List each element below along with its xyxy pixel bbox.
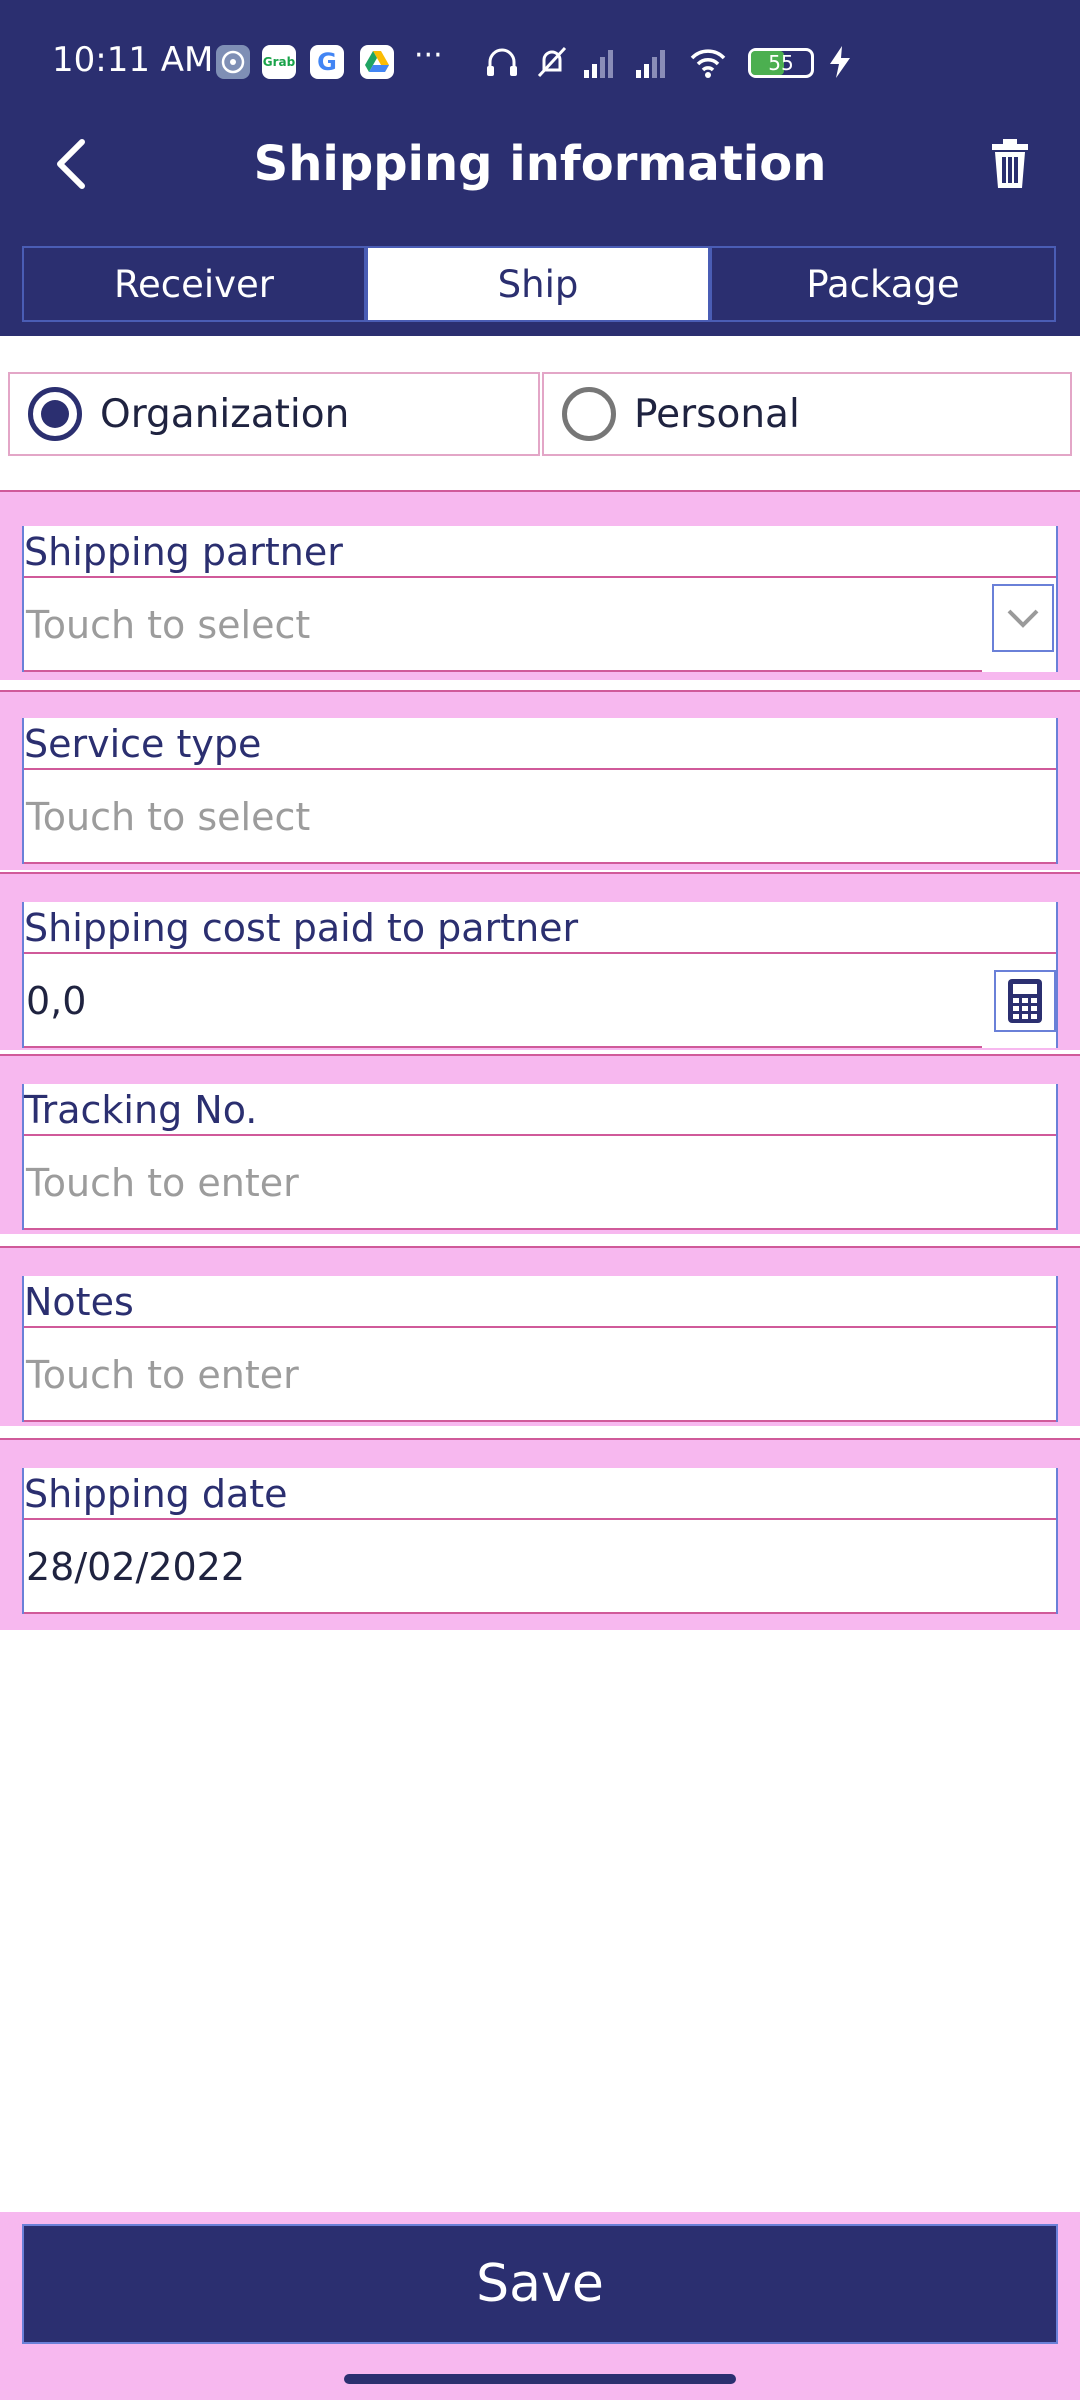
calculator-icon bbox=[1008, 979, 1042, 1023]
drive-icon bbox=[360, 45, 394, 79]
shipping-date-group: Shipping date 28/02/2022 bbox=[0, 1438, 1080, 1630]
save-area: Save bbox=[0, 2212, 1080, 2400]
shipping-cost-field[interactable]: Shipping cost paid to partner 0,0 bbox=[22, 902, 1058, 1048]
shipping-partner-label: Shipping partner bbox=[24, 526, 1056, 578]
tracking-no-input[interactable]: Touch to enter bbox=[24, 1136, 1056, 1230]
shipping-cost-group: Shipping cost paid to partner 0,0 bbox=[0, 872, 1080, 1050]
assistant-icon bbox=[216, 45, 250, 79]
battery-level: 55 bbox=[768, 51, 794, 75]
back-button[interactable] bbox=[32, 124, 112, 204]
radio-organization[interactable]: Organization bbox=[8, 372, 540, 456]
app-bar: Shipping information bbox=[0, 96, 1080, 232]
service-type-input[interactable]: Touch to select bbox=[24, 770, 1056, 864]
notes-label: Notes bbox=[24, 1276, 1056, 1328]
radio-personal-label: Personal bbox=[634, 391, 800, 437]
shipping-date-label: Shipping date bbox=[24, 1468, 1056, 1520]
shipping-cost-input[interactable]: 0,0 bbox=[24, 954, 982, 1048]
save-button[interactable]: Save bbox=[22, 2224, 1058, 2344]
home-indicator[interactable] bbox=[344, 2374, 736, 2384]
grab-icon: Grab bbox=[262, 45, 296, 79]
service-type-field[interactable]: Service type Touch to select bbox=[22, 718, 1058, 864]
shipping-partner-input[interactable]: Touch to select bbox=[24, 578, 982, 672]
tracking-no-field[interactable]: Tracking No. Touch to enter bbox=[22, 1084, 1058, 1230]
signal-icon bbox=[584, 50, 613, 78]
notes-input[interactable]: Touch to enter bbox=[24, 1328, 1056, 1422]
tracking-no-group: Tracking No. Touch to enter bbox=[0, 1054, 1080, 1234]
tab-package[interactable]: Package bbox=[710, 246, 1056, 322]
shipping-cost-label: Shipping cost paid to partner bbox=[24, 902, 1056, 954]
mute-icon bbox=[537, 46, 567, 78]
chevron-down-icon bbox=[1007, 609, 1039, 628]
tab-ship[interactable]: Ship bbox=[366, 246, 710, 322]
shipping-date-input[interactable]: 28/02/2022 bbox=[24, 1520, 1056, 1614]
wifi-icon bbox=[690, 49, 726, 78]
headset-icon bbox=[487, 48, 517, 76]
back-arrow-icon bbox=[57, 139, 85, 189]
google-icon: G bbox=[310, 45, 344, 79]
shipping-partner-group: Shipping partner Touch to select bbox=[0, 490, 1080, 680]
screen: 10:11 AM Grab G ··· 55 Shipping informat… bbox=[0, 0, 1080, 2400]
service-type-group: Service type Touch to select bbox=[0, 690, 1080, 870]
status-time: 10:11 AM bbox=[52, 40, 214, 80]
calculator-button[interactable] bbox=[994, 970, 1056, 1032]
radio-selected-icon bbox=[28, 387, 82, 441]
charging-icon bbox=[830, 46, 850, 78]
tab-bar: Receiver Ship Package bbox=[0, 232, 1080, 336]
service-type-label: Service type bbox=[24, 718, 1056, 770]
trash-icon bbox=[992, 139, 1028, 188]
tab-receiver[interactable]: Receiver bbox=[22, 246, 366, 322]
shipping-date-field[interactable]: Shipping date 28/02/2022 bbox=[22, 1468, 1058, 1614]
status-bar: 10:11 AM Grab G ··· 55 bbox=[0, 0, 1080, 96]
delete-button[interactable] bbox=[978, 132, 1042, 196]
page-title: Shipping information bbox=[253, 136, 827, 192]
more-dots-icon: ··· bbox=[414, 38, 443, 73]
notes-field[interactable]: Notes Touch to enter bbox=[22, 1276, 1058, 1422]
shipping-partner-dropdown-button[interactable] bbox=[992, 584, 1054, 652]
notes-group: Notes Touch to enter bbox=[0, 1246, 1080, 1426]
signal-icon bbox=[636, 50, 665, 78]
radio-organization-label: Organization bbox=[100, 391, 350, 437]
radio-unselected-icon bbox=[562, 387, 616, 441]
tracking-no-label: Tracking No. bbox=[24, 1084, 1056, 1136]
radio-personal[interactable]: Personal bbox=[542, 372, 1072, 456]
shipping-partner-field[interactable]: Shipping partner Touch to select bbox=[22, 526, 1058, 672]
battery-icon: 55 bbox=[748, 48, 814, 78]
